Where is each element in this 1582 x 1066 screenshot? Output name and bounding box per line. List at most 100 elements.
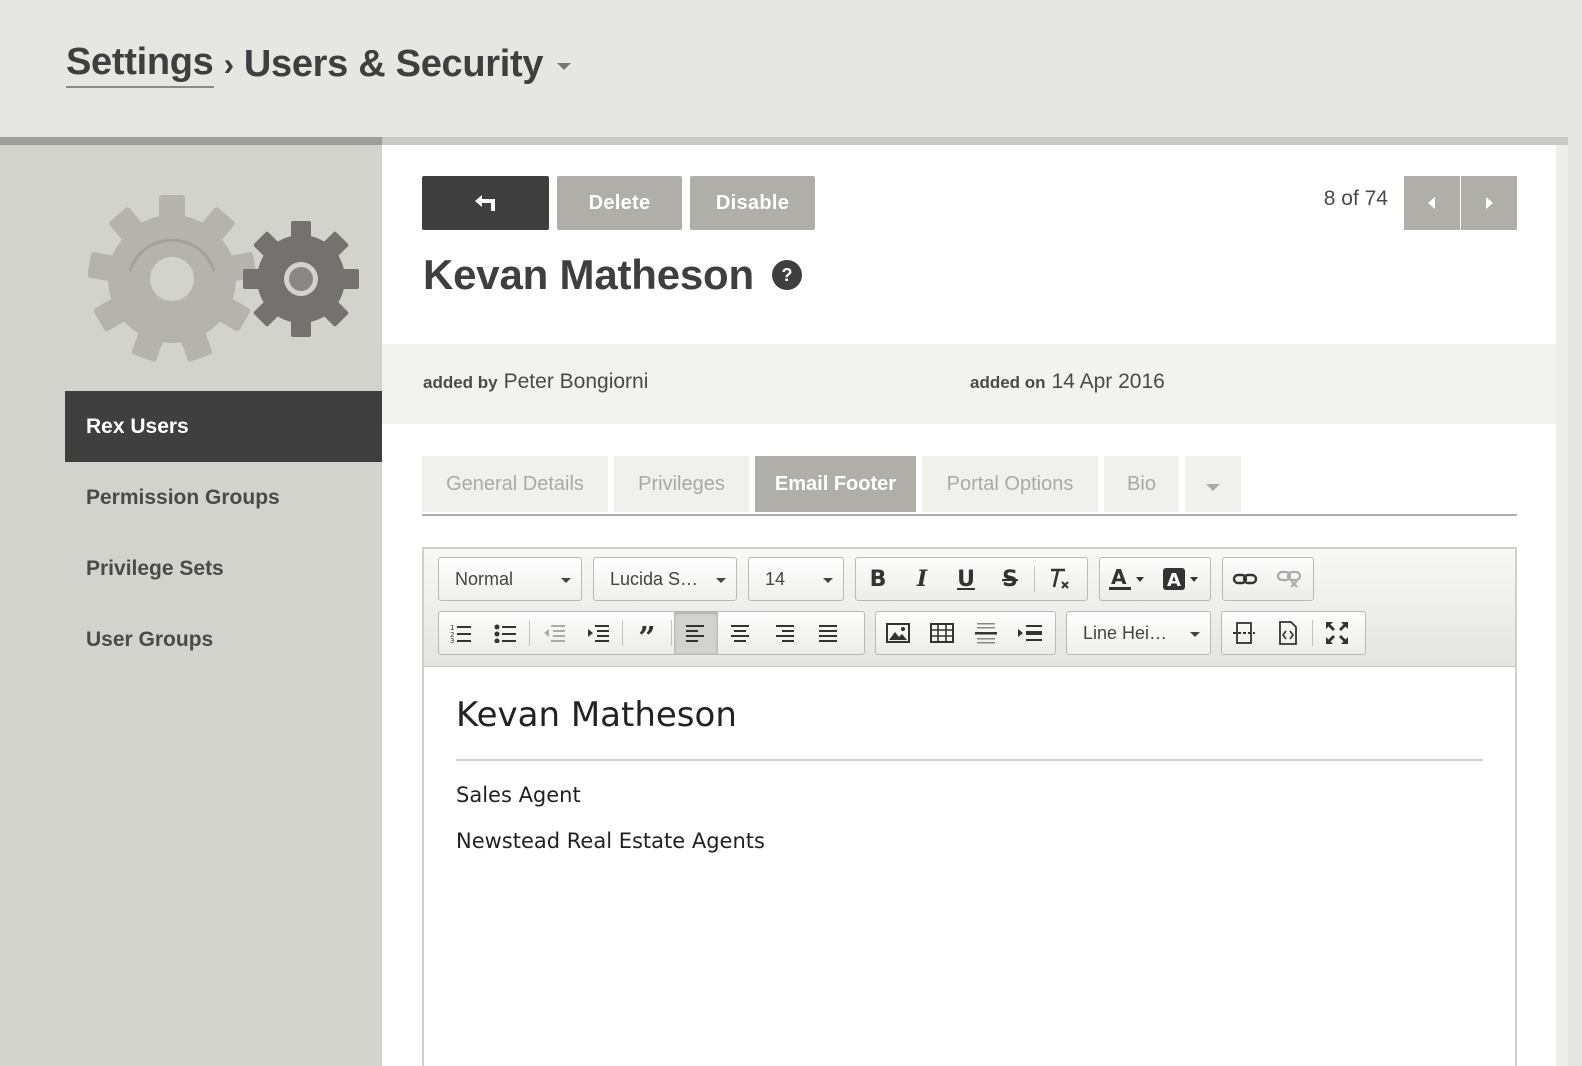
table-icon: [930, 623, 954, 643]
footer-role: Sales Agent: [456, 783, 581, 807]
chevron-down-icon: [1206, 483, 1220, 491]
link-group: [1222, 557, 1314, 601]
added-on: added on 14 Apr 2016: [970, 370, 1165, 394]
chevron-down-icon: [823, 578, 833, 583]
record-title-row: Kevan Matheson ?: [423, 251, 802, 299]
align-right-button[interactable]: [762, 612, 806, 654]
justify-button[interactable]: [806, 612, 850, 654]
tab-portal-options[interactable]: Portal Options: [922, 456, 1098, 512]
tab-bio[interactable]: Bio: [1104, 456, 1179, 512]
background-color-button[interactable]: A: [1154, 558, 1208, 600]
toolbar-separator: [622, 620, 623, 646]
sidebar-item-permission-groups[interactable]: Permission Groups: [65, 462, 382, 533]
bold-button[interactable]: B: [856, 558, 900, 600]
document-group: [1221, 611, 1366, 655]
bullet-list-button[interactable]: [483, 612, 527, 654]
back-button[interactable]: [422, 176, 549, 230]
outdent-icon: [544, 625, 565, 642]
bold-icon: B: [869, 566, 887, 592]
added-by-value: Peter Bongiorni: [503, 370, 649, 393]
outdent-button[interactable]: [532, 612, 576, 654]
page-break-icon: [1233, 622, 1255, 644]
background-color-icon: A: [1163, 568, 1198, 591]
toolbar-separator: [1312, 620, 1313, 646]
header-divider-light: [382, 137, 1568, 145]
insert-image-button[interactable]: [876, 612, 920, 654]
main-panel: Delete Disable 8 of 74 Kevan Matheson ? …: [382, 145, 1556, 1066]
gears-icon: [88, 195, 359, 362]
breadcrumb-settings-link[interactable]: Settings: [66, 40, 214, 88]
return-arrow-icon: [474, 195, 495, 211]
unlink-button[interactable]: [1267, 558, 1311, 600]
indent-icon: [588, 625, 609, 642]
format-select-value: Normal: [455, 568, 514, 589]
format-select[interactable]: Normal: [438, 557, 582, 601]
font-size-select[interactable]: 14: [748, 557, 844, 601]
tab-general-details[interactable]: General Details: [422, 456, 608, 512]
tab-more-button[interactable]: [1185, 456, 1241, 512]
chevron-down-icon: [1190, 632, 1200, 637]
page-break-button[interactable]: [1222, 612, 1266, 654]
font-select[interactable]: Lucida S…: [593, 557, 737, 601]
svg-text:A: A: [1111, 566, 1127, 589]
align-left-button[interactable]: [674, 612, 718, 654]
svg-text:A: A: [1167, 570, 1181, 591]
insert-block-icon: [1018, 625, 1042, 641]
rich-text-editor: Normal Lucida S… 14 B I U S A A 1 2 3 ” …: [422, 547, 1517, 1066]
sidebar-item-privilege-sets[interactable]: Privilege Sets: [65, 533, 382, 604]
strikethrough-button[interactable]: S: [988, 558, 1032, 600]
insert-group: [875, 611, 1056, 655]
sidebar-item-user-groups[interactable]: User Groups: [65, 604, 382, 675]
main-panel-edge: [1556, 145, 1568, 1066]
blockquote-button[interactable]: ”: [625, 612, 669, 656]
source-code-button[interactable]: [1266, 612, 1310, 654]
source-code-icon: [1279, 621, 1297, 645]
image-icon: [886, 623, 910, 643]
bullet-list-icon: [494, 624, 516, 643]
sidebar-nav: Rex Users Permission Groups Privilege Se…: [65, 391, 382, 675]
text-color-button[interactable]: A: [1100, 558, 1154, 600]
color-group: A A: [1099, 557, 1211, 601]
footer-company: Newstead Real Estate Agents: [456, 829, 765, 853]
footer-name: Kevan Matheson: [456, 695, 1483, 761]
italic-icon: I: [916, 566, 928, 592]
insert-table-button[interactable]: [920, 612, 964, 654]
line-height-select[interactable]: Line Hei…: [1066, 611, 1211, 655]
numbered-list-icon: 1 2 3: [450, 624, 471, 643]
disable-button[interactable]: Disable: [690, 176, 815, 230]
header-divider: [0, 137, 1568, 145]
editor-content[interactable]: Kevan Matheson Sales Agent Newstead Real…: [424, 667, 1515, 1066]
remove-format-icon: [1051, 568, 1069, 589]
align-center-button[interactable]: [718, 612, 762, 654]
numbered-list-button[interactable]: 1 2 3: [439, 612, 483, 654]
align-right-icon: [776, 625, 794, 642]
record-meta: added by Peter Bongiorni added on 14 Apr 2…: [382, 344, 1556, 424]
text-color-icon: A: [1109, 566, 1144, 590]
tab-privileges[interactable]: Privileges: [614, 456, 749, 512]
font-select-value: Lucida S…: [610, 568, 699, 589]
page-title: Kevan Matheson: [423, 251, 754, 298]
header-divider-dark: [0, 137, 382, 145]
fullscreen-button[interactable]: [1315, 612, 1359, 654]
window-edge: [1568, 0, 1582, 1066]
sidebar-item-rex-users[interactable]: Rex Users: [65, 391, 382, 462]
italic-button[interactable]: I: [900, 558, 944, 600]
align-justify-icon: [819, 625, 837, 642]
underline-button[interactable]: U: [944, 558, 988, 600]
next-record-button[interactable]: [1461, 176, 1517, 230]
chevron-down-icon[interactable]: [557, 62, 572, 70]
tab-email-footer[interactable]: Email Footer: [755, 456, 916, 512]
font-size-select-value: 14: [765, 568, 786, 589]
horizontal-rule-button[interactable]: [964, 612, 1008, 654]
tab-bar: General Details Privileges Email Footer …: [422, 456, 1517, 516]
remove-format-button[interactable]: [1037, 558, 1081, 600]
indent-button[interactable]: [576, 612, 620, 654]
link-button[interactable]: [1223, 558, 1267, 600]
breadcrumb-current[interactable]: Users & Security: [244, 42, 544, 86]
delete-button[interactable]: Delete: [557, 176, 682, 230]
breadcrumb: Settings › Users & Security: [66, 40, 572, 88]
previous-record-button[interactable]: [1404, 176, 1460, 230]
added-by: added by Peter Bongiorni: [423, 370, 648, 394]
insert-block-button[interactable]: [1008, 612, 1052, 654]
help-icon[interactable]: ?: [771, 260, 802, 290]
